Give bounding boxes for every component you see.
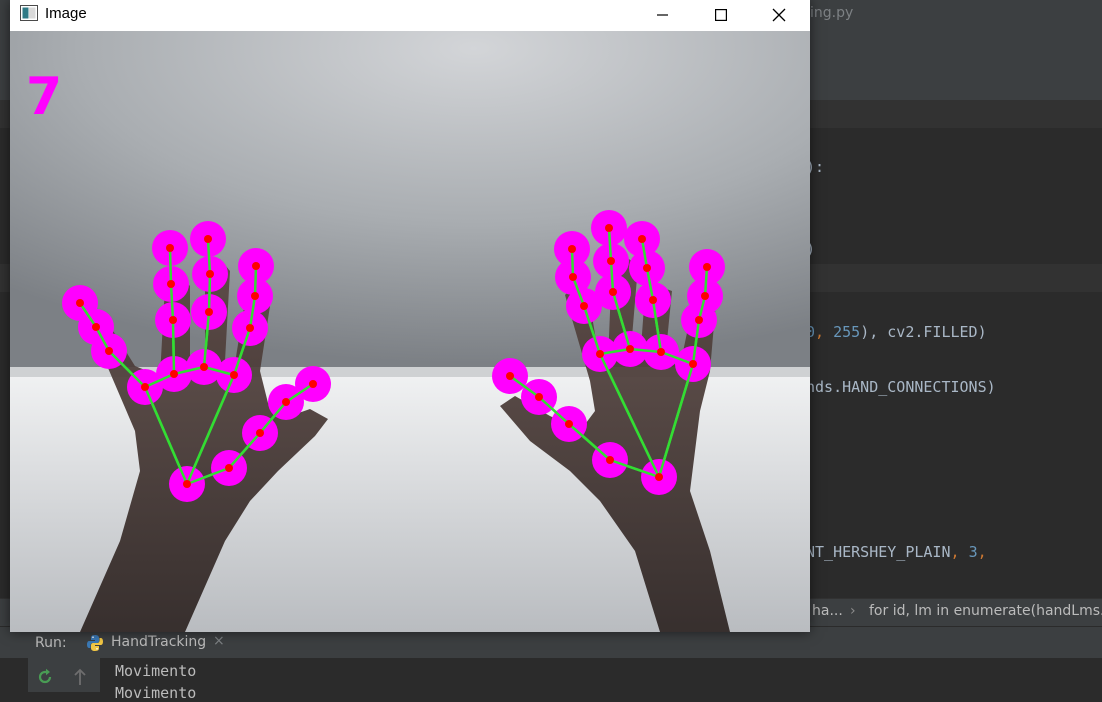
maximize-button[interactable] [698, 0, 744, 30]
opencv-window-icon [20, 5, 38, 21]
right-hand-landmark-dot [565, 420, 573, 428]
right-hand-landmark-dot [606, 456, 614, 464]
left-hand-landmark-dot [200, 363, 208, 371]
left-hand-landmark-dot [309, 380, 317, 388]
left-hand-landmark-dot [205, 308, 213, 316]
console-toolbar [28, 658, 100, 692]
left-hand-landmark-dot [170, 370, 178, 378]
run-label: Run: [35, 635, 67, 651]
right-hand-connection-line [570, 248, 575, 278]
right-hand-landmark-dot [626, 345, 634, 353]
run-console[interactable]: Movimento Movimento [0, 658, 1102, 702]
left-hand-landmark-dot [206, 270, 214, 278]
python-icon [87, 635, 103, 651]
left-hand-landmark-dot [225, 464, 233, 472]
console-output-line: Movimento [115, 662, 197, 680]
left-hand-landmark-dot [246, 324, 254, 332]
right-hand-landmark-dot [695, 316, 703, 324]
ide-file-tab-title[interactable]: ing.py [810, 5, 853, 21]
left-hand-landmark-dot [204, 235, 212, 243]
right-hand-landmark-dot [657, 348, 665, 356]
left-hand-connection-line [207, 273, 212, 313]
right-hand-landmark-dot [638, 235, 646, 243]
right-hand-landmark-dot [506, 372, 514, 380]
console-output-line: Movimento [115, 684, 197, 702]
image-window[interactable]: Image 7 [10, 0, 810, 632]
camera-image [10, 31, 810, 632]
right-hand-landmark-dot [569, 273, 577, 281]
breadcrumb-separator: › [850, 603, 856, 619]
right-hand-landmark-dot [605, 224, 613, 232]
right-hand-landmark-dot [655, 473, 663, 481]
finger-count-label: 7 [26, 67, 63, 127]
breadcrumb-item-function[interactable]: ha... [812, 603, 843, 619]
right-hand-landmark-dot [703, 263, 711, 271]
left-hand-landmark-dot [252, 262, 260, 270]
left-hand-connection-line [253, 265, 258, 297]
right-hand-landmark-dot [689, 360, 697, 368]
code-line: NT_HERSHEY_PLAIN, 3, [806, 543, 987, 561]
left-hand-landmark-dot [251, 292, 259, 300]
right-hand-landmark-dot [535, 393, 543, 401]
code-line: nds.HAND_CONNECTIONS) [806, 378, 996, 396]
breadcrumb-item-loop[interactable]: for id, lm in enumerate(handLms.... [869, 603, 1102, 619]
arrow-up-icon[interactable] [72, 668, 88, 686]
right-hand-landmark-dot [607, 257, 615, 265]
window-titlebar[interactable]: Image [10, 0, 810, 31]
left-hand-landmark-dot [256, 429, 264, 437]
maximize-icon [715, 9, 727, 21]
right-hand-landmark-dot [643, 264, 651, 272]
left-hand-landmark-dot [76, 299, 84, 307]
minimize-button[interactable] [640, 0, 686, 30]
left-hand-landmark-dot [92, 323, 100, 331]
left-hand-connection-line [171, 319, 176, 375]
rerun-icon[interactable] [36, 668, 54, 686]
run-tab-label: HandTracking [111, 634, 207, 650]
left-hand-landmark-dot [166, 244, 174, 252]
close-icon [772, 8, 786, 22]
window-title: Image [45, 5, 87, 22]
close-button[interactable] [756, 0, 802, 30]
right-hand-landmark-dot [580, 302, 588, 310]
left-hand-landmark-dot [105, 347, 113, 355]
close-icon[interactable]: × [213, 633, 225, 649]
run-tab-handtracking[interactable]: HandTracking × [72, 627, 236, 661]
left-hand-landmark-dot [183, 480, 191, 488]
left-hand-connection-line [168, 247, 173, 285]
right-hand-landmark-dot [701, 292, 709, 300]
left-hand-landmark-dot [169, 316, 177, 324]
right-hand-landmark-dot [609, 288, 617, 296]
minimize-icon [657, 14, 668, 16]
camera-frame: 7 [10, 31, 810, 632]
left-hand-landmark-dot [230, 371, 238, 379]
right-hand-landmark-dot [596, 350, 604, 358]
left-hand-landmark-dot [167, 280, 175, 288]
left-hand-landmark-dot [282, 398, 290, 406]
right-hand-landmark-dot [649, 296, 657, 304]
code-line: 0, 255), cv2.FILLED) [806, 323, 987, 341]
right-hand-landmark-dot [568, 245, 576, 253]
left-hand-landmark-dot [141, 383, 149, 391]
